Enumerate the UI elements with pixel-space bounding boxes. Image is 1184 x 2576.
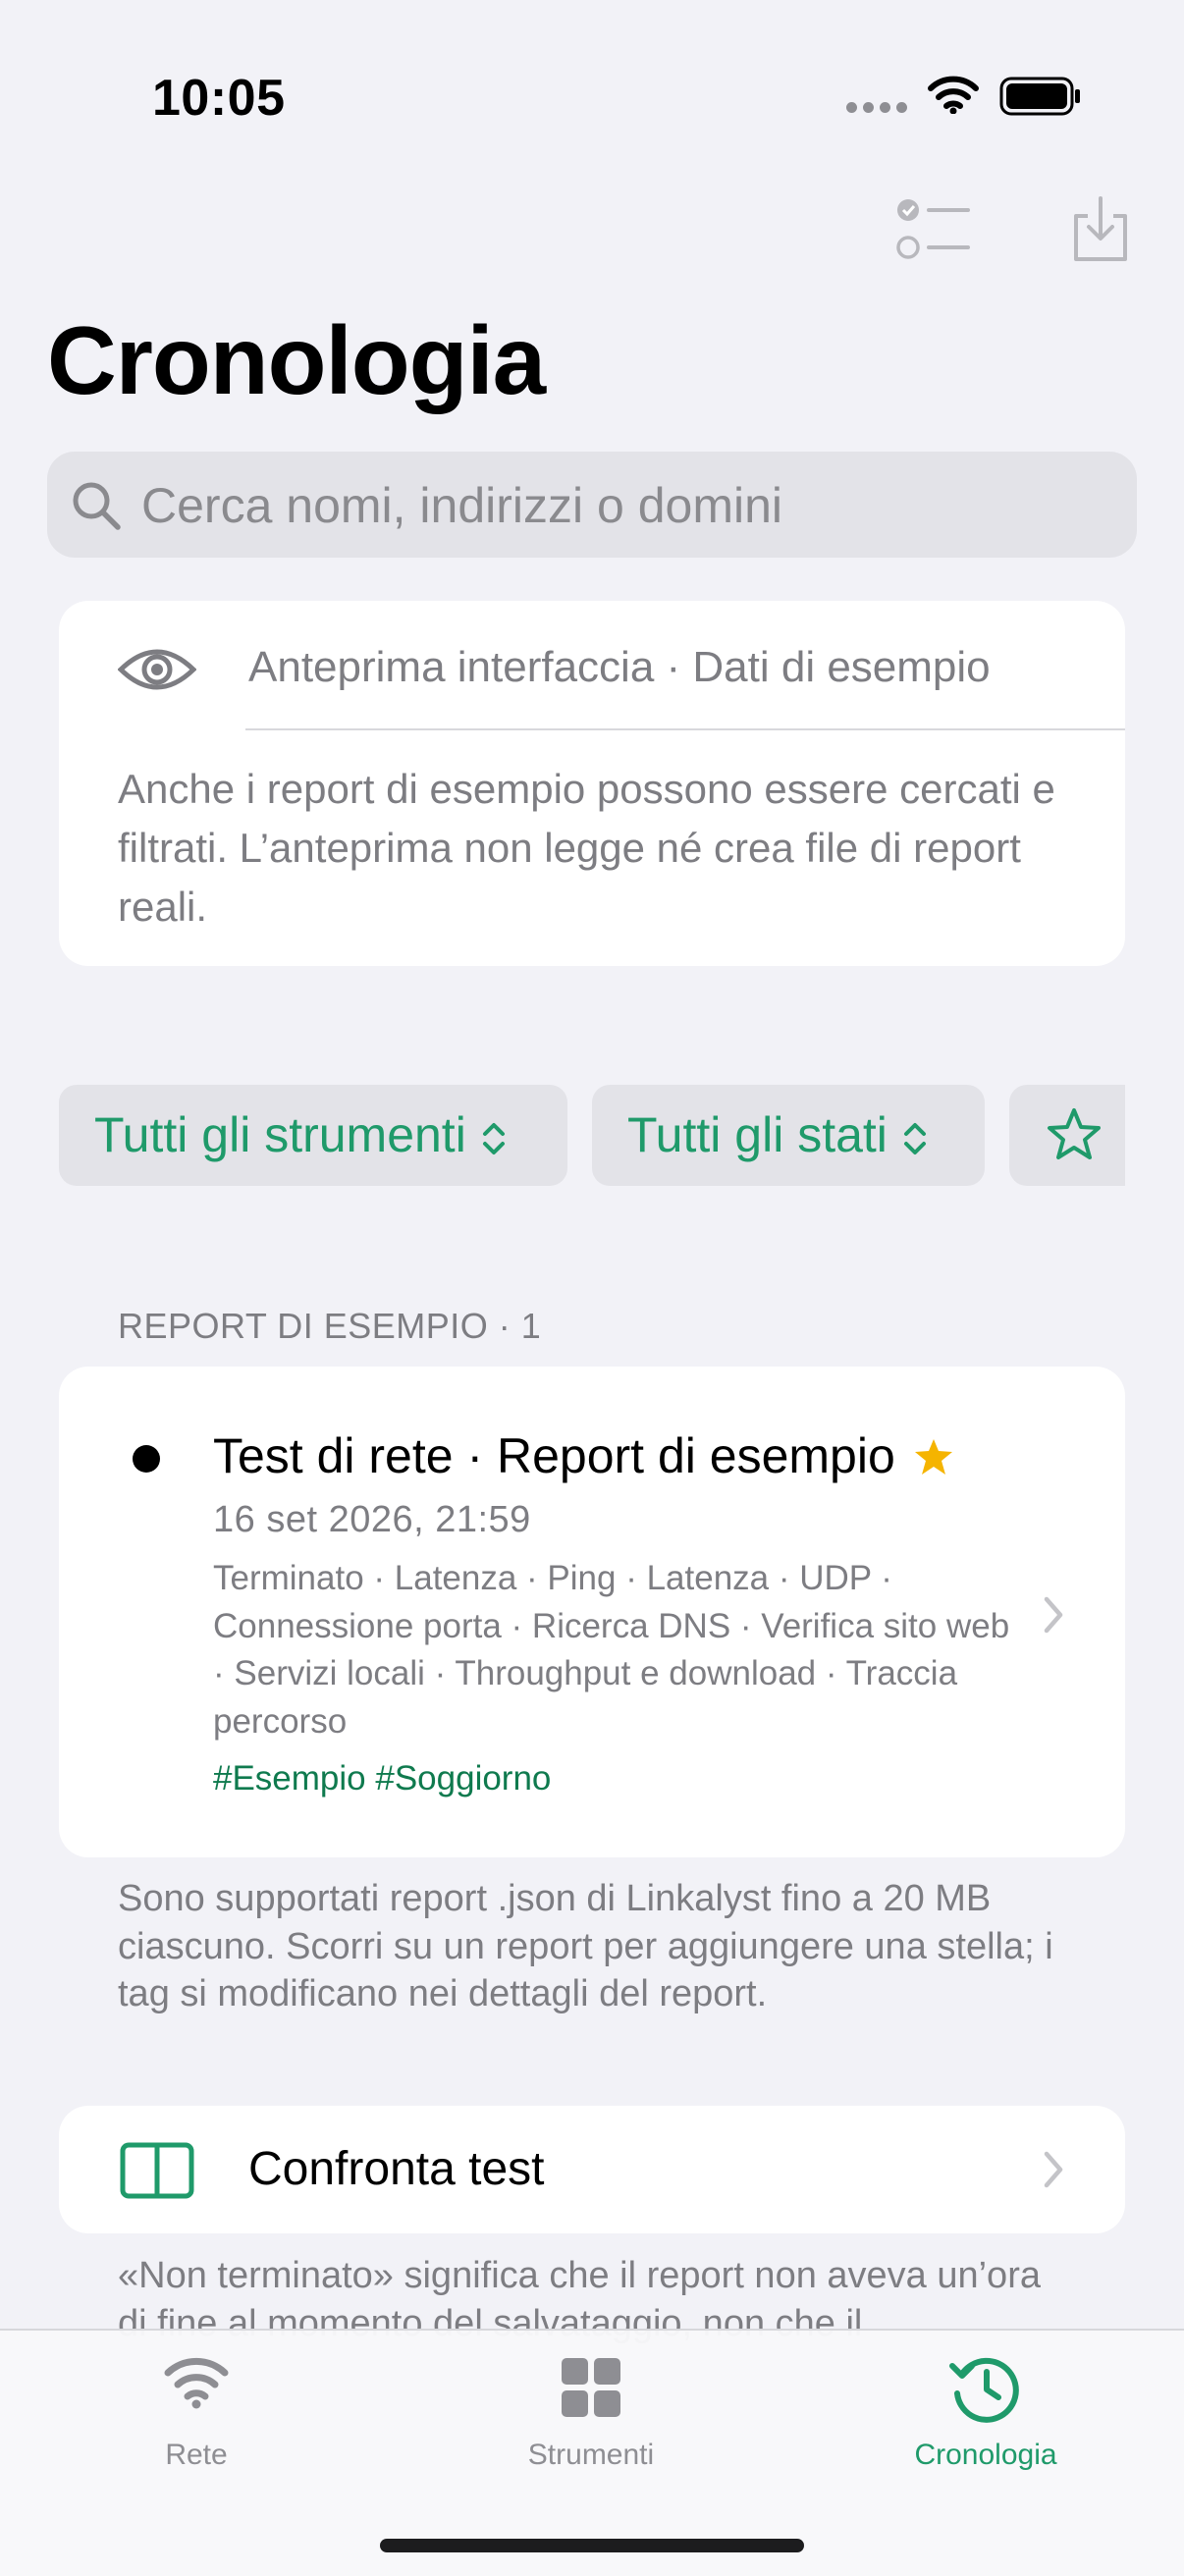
search-icon bbox=[73, 482, 121, 530]
search-input[interactable] bbox=[139, 452, 1105, 560]
report-date: 16 set 2026, 21:59 bbox=[213, 1499, 531, 1540]
eye-icon bbox=[118, 649, 196, 690]
preview-notice-card: Anteprima interfaccia · Dati di esempio … bbox=[59, 601, 1125, 966]
notice-heading: Anteprima interfaccia · Dati di esempio bbox=[248, 643, 991, 691]
star-filled-icon bbox=[914, 1439, 952, 1475]
split-view-icon bbox=[120, 2142, 194, 2199]
tray-download-icon[interactable] bbox=[1070, 194, 1131, 265]
section-header: REPORT DI ESEMPIO · 1 bbox=[118, 1306, 542, 1346]
cellular-signal-icon bbox=[846, 102, 907, 113]
report-status-dot bbox=[133, 1445, 160, 1473]
tab-cronologia-label: Cronologia bbox=[914, 2439, 1057, 2471]
tab-strumenti-label: Strumenti bbox=[527, 2439, 655, 2471]
wifi-status-icon bbox=[928, 76, 979, 114]
status-filter-button[interactable]: Tutti gli stati bbox=[592, 1085, 985, 1186]
battery-icon bbox=[999, 77, 1080, 116]
checklist-icon[interactable] bbox=[895, 196, 970, 263]
chevron-up-down-icon bbox=[903, 1122, 926, 1154]
notice-divider bbox=[245, 728, 1125, 730]
chevron-right-icon bbox=[1044, 2151, 1063, 2188]
status-filter-label: Tutti gli stati bbox=[627, 1107, 888, 1162]
chevron-right-icon bbox=[1044, 1596, 1063, 1634]
tab-rete-label: Rete bbox=[165, 2439, 228, 2471]
favorites-filter-button[interactable] bbox=[1009, 1085, 1125, 1186]
page-title: Cronologia bbox=[47, 306, 546, 414]
report-tools-summary: Terminato · Latenza · Ping · Latenza · U… bbox=[213, 1559, 1010, 1741]
grid-icon bbox=[562, 2358, 620, 2417]
history-clock-icon bbox=[949, 2357, 1019, 2423]
notice-body: Anche i report di esempio possono essere… bbox=[118, 766, 1055, 930]
chevron-up-down-icon bbox=[482, 1122, 505, 1154]
compare-tests-label: Confronta test bbox=[248, 2143, 545, 2195]
status-time: 10:05 bbox=[152, 70, 286, 127]
tools-filter-label: Tutti gli strumenti bbox=[94, 1107, 466, 1162]
star-icon bbox=[1048, 1108, 1101, 1159]
report-row[interactable]: Test di rete · Report di esempio 16 set … bbox=[59, 1367, 1125, 1857]
support-footnote: Sono supportati report .json di Linkalys… bbox=[118, 1878, 1053, 2014]
wifi-icon bbox=[164, 2357, 229, 2409]
home-indicator bbox=[380, 2539, 804, 2552]
compare-tests-button[interactable]: Confronta test bbox=[59, 2106, 1125, 2233]
search-field[interactable] bbox=[47, 452, 1137, 560]
tools-filter-button[interactable]: Tutti gli strumenti bbox=[59, 1085, 567, 1186]
report-tags: #Esempio #Soggiorno bbox=[213, 1759, 552, 1798]
report-title: Test di rete · Report di esempio bbox=[213, 1427, 954, 1484]
